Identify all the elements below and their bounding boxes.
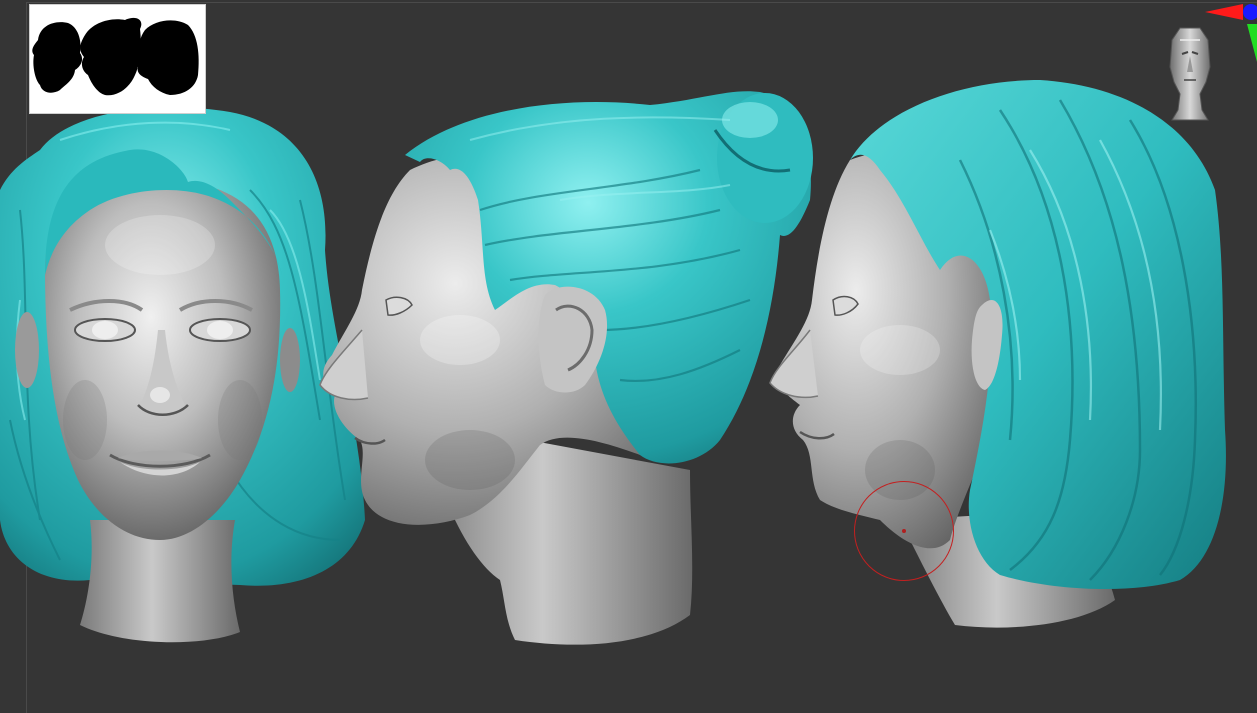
axis-gizmo[interactable]	[1203, 0, 1257, 64]
brush-cursor	[854, 481, 954, 581]
reference-thumbnail	[29, 4, 206, 114]
head-front-model[interactable]	[0, 107, 365, 643]
silhouette-reference-icon	[32, 17, 199, 96]
brush-cursor-icon	[902, 529, 906, 533]
head-side-ponytail-model[interactable]	[319, 91, 813, 645]
head-side-longhair-model[interactable]	[769, 80, 1226, 628]
axis-gizmo-icon	[1205, 4, 1257, 62]
canvas-viewport[interactable]	[0, 0, 1257, 713]
